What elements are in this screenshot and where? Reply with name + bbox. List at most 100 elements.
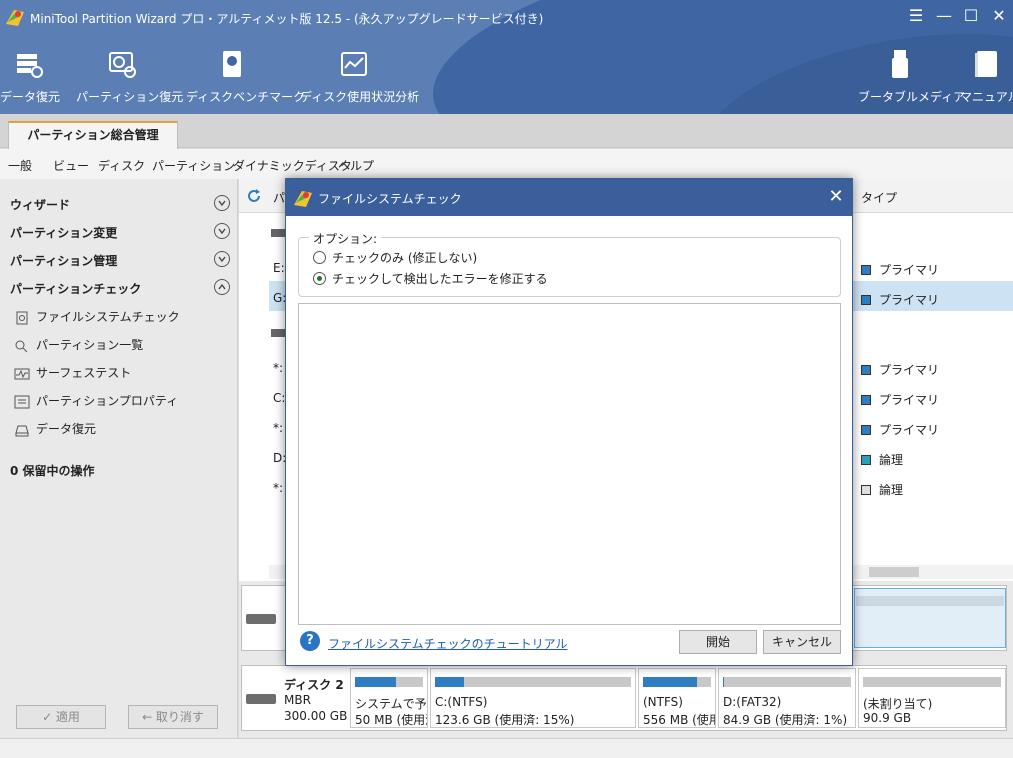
disk-scheme: MBR	[284, 693, 311, 707]
file-system-check-icon	[16, 311, 28, 324]
app-header: MiniTool Partition Wizard プロ・アルティメット版 12…	[0, 0, 1013, 114]
partition-type[interactable]: 論理	[861, 481, 903, 498]
toolbar-partition-recovery[interactable]: パーティション復元	[76, 48, 184, 108]
partition-label: システムで予約	[355, 697, 427, 711]
partition-type-label: プライマリ	[879, 263, 940, 277]
menu-help[interactable]: ヘルプ	[338, 157, 374, 174]
option-check-only[interactable]: チェックのみ (修正しない)	[313, 249, 477, 265]
type-swatch	[861, 485, 871, 495]
window-title: MiniTool Partition Wizard プロ・アルティメット版 12…	[30, 12, 544, 26]
chevron-up-icon[interactable]	[214, 279, 230, 295]
toolbar-disk-benchmark[interactable]: ディスクベンチマーク	[186, 48, 305, 108]
type-swatch	[861, 365, 871, 375]
menu-dynamic-disk[interactable]: ダイナミックディスク	[233, 157, 352, 174]
menu-icon[interactable]: ☰	[906, 6, 926, 26]
partition-label: C:(NTFS)	[435, 695, 488, 709]
column-type[interactable]: タイプ	[861, 189, 897, 206]
sidebar-section-wizard[interactable]: ウィザード	[10, 196, 70, 213]
apply-button[interactable]: ✓ 適用	[16, 705, 106, 729]
sidebar-item-properties[interactable]: パーティションプロパティ	[14, 392, 178, 410]
toolbar-bootable-media-label: ブータブルメディア	[858, 90, 966, 104]
sidebar-section-change[interactable]: パーティション変更	[10, 224, 117, 241]
menu-general[interactable]: 一般	[8, 157, 32, 174]
tutorial-link[interactable]: ファイルシステムチェックのチュートリアル	[328, 635, 568, 652]
chevron-down-icon[interactable]	[214, 223, 230, 239]
partition-block[interactable]: (NTFS) 556 MB (使用	[638, 668, 716, 728]
tab-partition-management[interactable]: パーティション総合管理	[8, 121, 178, 149]
partition-block[interactable]: C:(NTFS) 123.6 GB (使用済: 15%)	[430, 668, 636, 728]
toolbar-manual[interactable]: マニュアル	[960, 48, 1013, 108]
sidebar-item-label: ファイルシステムチェック	[36, 310, 180, 324]
selected-partition-block[interactable]	[854, 588, 1006, 648]
close-icon[interactable]: ✕	[826, 187, 846, 207]
partition-type[interactable]: プライマリ	[861, 391, 939, 408]
partition-type[interactable]: プライマリ	[861, 261, 939, 278]
close-icon[interactable]: ✕	[989, 6, 1009, 26]
partition-letter: *:	[273, 481, 284, 495]
disk-name: ディスク 2	[284, 678, 344, 692]
hdd-icon	[246, 694, 276, 704]
sidebar-item-data-recovery[interactable]: データ復元	[14, 420, 96, 438]
check-result-area[interactable]	[298, 303, 841, 625]
menu-disk[interactable]: ディスク	[98, 157, 145, 174]
disk-2-row[interactable]: ディスク 2 MBR 300.00 GB システムで予約 50 MB (使用済 …	[241, 665, 1007, 731]
partition-type-label: プライマリ	[879, 363, 940, 377]
dialog-title: ファイルシステムチェック	[318, 192, 462, 206]
menu-view[interactable]: ビュー	[53, 157, 89, 174]
refresh-icon[interactable]	[245, 187, 263, 205]
partition-type[interactable]: プライマリ	[861, 291, 939, 308]
chevron-down-icon[interactable]	[214, 195, 230, 211]
undo-button[interactable]: ← 取り消す	[128, 705, 218, 729]
start-button[interactable]: 開始	[679, 630, 757, 654]
sidebar-section-manage[interactable]: パーティション管理	[10, 252, 117, 269]
partition-type[interactable]: プライマリ	[861, 421, 939, 438]
partition-size: 556 MB (使用	[643, 713, 715, 727]
maximize-icon[interactable]: ☐	[961, 6, 981, 26]
sidebar-item-label: サーフェステスト	[36, 366, 132, 380]
option-check-and-fix[interactable]: チェックして検出したエラーを修正する	[313, 270, 548, 286]
sidebar-item-file-system-check[interactable]: ファイルシステムチェック	[14, 308, 180, 326]
partition-block[interactable]: システムで予約 50 MB (使用済	[350, 668, 428, 728]
partition-size: 50 MB (使用済	[355, 713, 427, 727]
cancel-button[interactable]: キャンセル	[763, 630, 841, 654]
sidebar-item-label: パーティションプロパティ	[36, 394, 179, 408]
menu-partition[interactable]: パーティション	[152, 157, 235, 174]
toolbar-bootable-media[interactable]: ブータブルメディア	[858, 48, 966, 108]
sidebar-item-explore[interactable]: パーティション一覧	[14, 336, 143, 354]
scrollbar-thumb[interactable]	[869, 567, 919, 577]
partition-type[interactable]: 論理	[861, 451, 903, 468]
app-logo-icon	[294, 191, 312, 207]
radio-button-selected[interactable]	[313, 272, 326, 285]
usage-fill	[643, 677, 698, 687]
options-group: オプション: チェックのみ (修正しない) チェックして検出したエラーを修正する	[298, 230, 841, 297]
minimize-icon[interactable]: —	[934, 6, 954, 26]
partition-block[interactable]: D:(FAT32) 84.9 GB (使用済: 1%)	[718, 668, 856, 728]
disk-size: 300.00 GB	[284, 709, 348, 723]
toolbar-data-recovery[interactable]: データ復元	[0, 48, 60, 108]
option-check-and-fix-label: チェックして検出したエラーを修正する	[332, 272, 548, 286]
usage-fill	[355, 677, 396, 687]
radio-button[interactable]	[313, 251, 326, 264]
usage-bar	[723, 677, 851, 687]
surface-test-icon	[14, 368, 30, 379]
hdd-icon	[246, 614, 276, 624]
data-recovery-icon	[15, 425, 29, 436]
dialog-title-bar: ファイルシステムチェック ✕	[286, 179, 852, 216]
options-label: オプション:	[309, 230, 382, 247]
sidebar-section-check[interactable]: パーティションチェック	[10, 280, 141, 297]
partition-label: D:(FAT32)	[723, 695, 782, 709]
sidebar-item-surface-test[interactable]: サーフェステスト	[14, 364, 131, 382]
toolbar-partition-recovery-label: パーティション復元	[76, 90, 184, 104]
help-icon[interactable]: ?	[300, 631, 320, 651]
toolbar-space-analyzer[interactable]: ディスク使用状況分析	[300, 48, 420, 108]
explore-icon	[15, 340, 28, 352]
column-partition[interactable]: パ	[273, 189, 285, 206]
partition-type-label: プライマリ	[879, 293, 940, 307]
tab-strip: パーティション総合管理	[0, 114, 1013, 149]
chevron-down-icon[interactable]	[214, 251, 230, 267]
partition-letter: *:	[273, 361, 284, 375]
partition-type[interactable]: プライマリ	[861, 361, 939, 378]
toolbar-space-analyzer-label: ディスク使用状況分析	[300, 90, 420, 104]
partition-block[interactable]: (未割り当て) 90.9 GB	[858, 668, 1006, 728]
partition-recovery-icon	[109, 52, 136, 78]
